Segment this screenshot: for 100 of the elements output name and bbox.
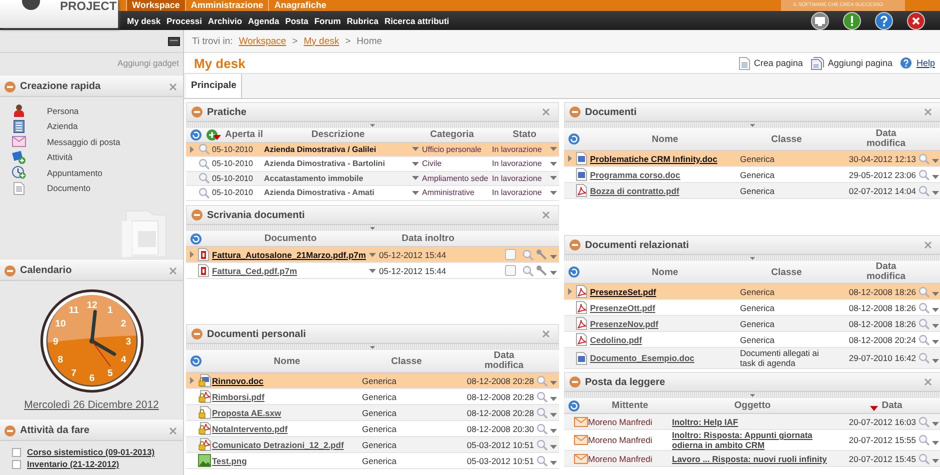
clock-icon[interactable] (12, 166, 26, 180)
column-header[interactable]: Data inoltro (402, 233, 454, 244)
caret-icon[interactable] (369, 268, 376, 272)
quick-create-link[interactable]: Attività (47, 152, 73, 162)
page-action-link[interactable]: Crea pagina (738, 56, 803, 70)
table-row[interactable]: Moreno Manfredi Lavoro ... Risposta: nuovi ruoli infinity 20-07-2012 15:45 (564, 451, 940, 467)
column-header[interactable]: Nome (652, 266, 678, 278)
task-link[interactable]: Corso sistemistico (09-01-2013) (27, 447, 155, 457)
mail-subject-link[interactable]: Lavoro ... Risposta: nuovi ruoli infinity (672, 454, 827, 464)
resize-handle[interactable] (564, 392, 940, 398)
table-row[interactable]: Bozza di contratto.pdf Generica 02-07-2012 14:04 (564, 183, 940, 199)
caret-icon[interactable] (932, 159, 939, 163)
menu-item[interactable]: Archivio (205, 16, 246, 26)
caret-icon[interactable] (550, 429, 557, 433)
refresh-icon[interactable] (568, 400, 580, 412)
file-link[interactable]: Cedolino.pdf (590, 334, 642, 344)
panel-toggle-icon[interactable] (168, 36, 180, 46)
table-row[interactable]: 05-10-2010 Azienda Dimostrativa / Galilei Ufficio personale In lavorazione (186, 142, 559, 157)
checkbox[interactable] (12, 448, 21, 456)
caret-icon[interactable] (932, 175, 939, 179)
file-link[interactable]: Documento_Esempio.doc (590, 353, 694, 363)
table-row[interactable]: PresenzeNov.pdf Generica 08-12-2008 18:26 (564, 316, 940, 332)
file-link[interactable]: Comunicato Detrazioni_12_2.pdf (212, 440, 344, 450)
expand-icon[interactable] (568, 288, 572, 295)
table-row[interactable]: 05-10-2010 Azienda Dimostrativa - Amati Amministrative In lavorazione (186, 186, 559, 200)
close-icon[interactable] (542, 108, 550, 116)
close-icon[interactable] (169, 426, 177, 434)
column-header[interactable]: Classe (771, 134, 802, 144)
file-link[interactable]: PresenzeNov.pdf (590, 318, 658, 328)
quick-create-link[interactable]: Persona (47, 106, 79, 116)
file-link[interactable]: Problematiche CRM Infinity.doc (590, 154, 718, 164)
file-link[interactable]: Test.png (212, 456, 247, 466)
quick-create-link[interactable]: Documento (47, 183, 90, 194)
search-icon[interactable] (536, 438, 548, 450)
column-header[interactable]: Nome (652, 134, 678, 144)
expand-icon[interactable] (190, 146, 194, 153)
page-tab[interactable]: Principale (186, 74, 242, 98)
resize-handle[interactable] (186, 122, 559, 128)
wrench-icon[interactable] (536, 248, 548, 260)
column-header[interactable]: Aperta il (224, 129, 263, 140)
file-link[interactable]: Bozza di contratto.pdf (590, 186, 680, 196)
caret-icon[interactable] (932, 308, 939, 312)
file-link[interactable]: Programma corso.doc (590, 170, 680, 180)
caret-icon[interactable] (932, 358, 939, 362)
search-icon[interactable] (536, 454, 548, 466)
quick-create-link[interactable]: Azienda (47, 121, 78, 132)
search-icon[interactable] (536, 406, 548, 418)
caret-icon[interactable] (932, 459, 939, 463)
date-link[interactable]: Mercoledì 26 Dicembre 2012 (24, 399, 159, 411)
building-icon[interactable] (12, 120, 26, 133)
table-row[interactable]: Test.png Generica 05-03-2012 10:51 (186, 453, 559, 469)
refresh-icon[interactable] (190, 355, 202, 367)
mail-subject-link[interactable]: Inoltro: Help IAF (672, 416, 738, 426)
caret-icon[interactable] (932, 422, 939, 426)
column-header[interactable]: Classe (771, 266, 802, 278)
column-header[interactable]: Categoria (430, 129, 474, 140)
file-link[interactable]: NotaIntervento.pdf (212, 424, 288, 434)
table-row[interactable]: Rinnovo.doc Generica 08-12-2008 20:28 (186, 373, 559, 389)
column-header[interactable]: Stato (512, 129, 536, 140)
column-header[interactable]: Data modifica (862, 129, 910, 149)
refresh-icon[interactable] (568, 133, 580, 145)
caret-icon[interactable] (932, 292, 939, 296)
quick-create-link[interactable]: Appuntamento (47, 168, 102, 178)
table-row[interactable]: Moreno Manfredi Inoltro: Help IAF 20-07-2012 16:03 (564, 414, 940, 430)
menu-item[interactable]: Ricerca attributi (381, 16, 452, 26)
help-icon[interactable] (874, 12, 894, 30)
caret-icon[interactable] (550, 190, 557, 195)
column-header[interactable]: Oggetto (734, 400, 771, 411)
search-icon[interactable] (918, 152, 930, 164)
close-icon[interactable] (542, 330, 550, 338)
file-link[interactable]: Fattura_Ced.pdf.p7m (212, 266, 298, 276)
table-row[interactable]: Documento_Esempio.doc Documenti allegati ai task di agenda 29-07-2010 16:42 (564, 348, 940, 369)
task-icon[interactable] (12, 150, 26, 164)
caret-icon[interactable] (550, 445, 557, 449)
search-icon[interactable] (918, 302, 930, 314)
table-row[interactable]: Comunicato Detrazioni_12_2.pdf Generica 05-03-2012 10:51 (186, 437, 559, 453)
search-icon[interactable] (918, 318, 930, 330)
checkbox[interactable] (505, 265, 516, 276)
column-header[interactable]: Descrizione (311, 129, 365, 140)
search-icon[interactable] (522, 248, 534, 260)
collapse-icon[interactable] (569, 376, 581, 388)
collapse-icon[interactable] (4, 424, 16, 436)
search-icon[interactable] (522, 264, 534, 276)
search-icon[interactable] (536, 374, 548, 386)
search-icon[interactable] (198, 186, 210, 199)
caret-icon[interactable] (412, 147, 419, 152)
file-link[interactable]: Proposta AE.sxw (212, 408, 282, 418)
table-row[interactable]: Problematiche CRM Infinity.doc Generica 30-04-2012 12:13 (564, 151, 940, 167)
caret-icon[interactable] (550, 255, 557, 259)
table-row[interactable]: PresenzeSet.pdf Generica 08-12-2008 18:26 (564, 284, 940, 300)
caret-icon[interactable] (932, 191, 939, 195)
caret-icon[interactable] (550, 397, 557, 401)
resize-handle[interactable] (564, 255, 940, 261)
caret-icon[interactable] (932, 324, 939, 328)
search-icon[interactable] (918, 334, 930, 346)
table-row[interactable]: Fattura_Autosalone_21Marzo.pdf.p7m 05-12-2012 15:44 (186, 247, 559, 263)
search-icon[interactable] (918, 416, 930, 428)
menu-item[interactable]: My desk (124, 16, 164, 26)
caret-icon[interactable] (412, 176, 419, 180)
mail-subject-link[interactable]: Inoltro: Risposta: Appunti giornata odierna in ambito CRM (672, 430, 833, 450)
